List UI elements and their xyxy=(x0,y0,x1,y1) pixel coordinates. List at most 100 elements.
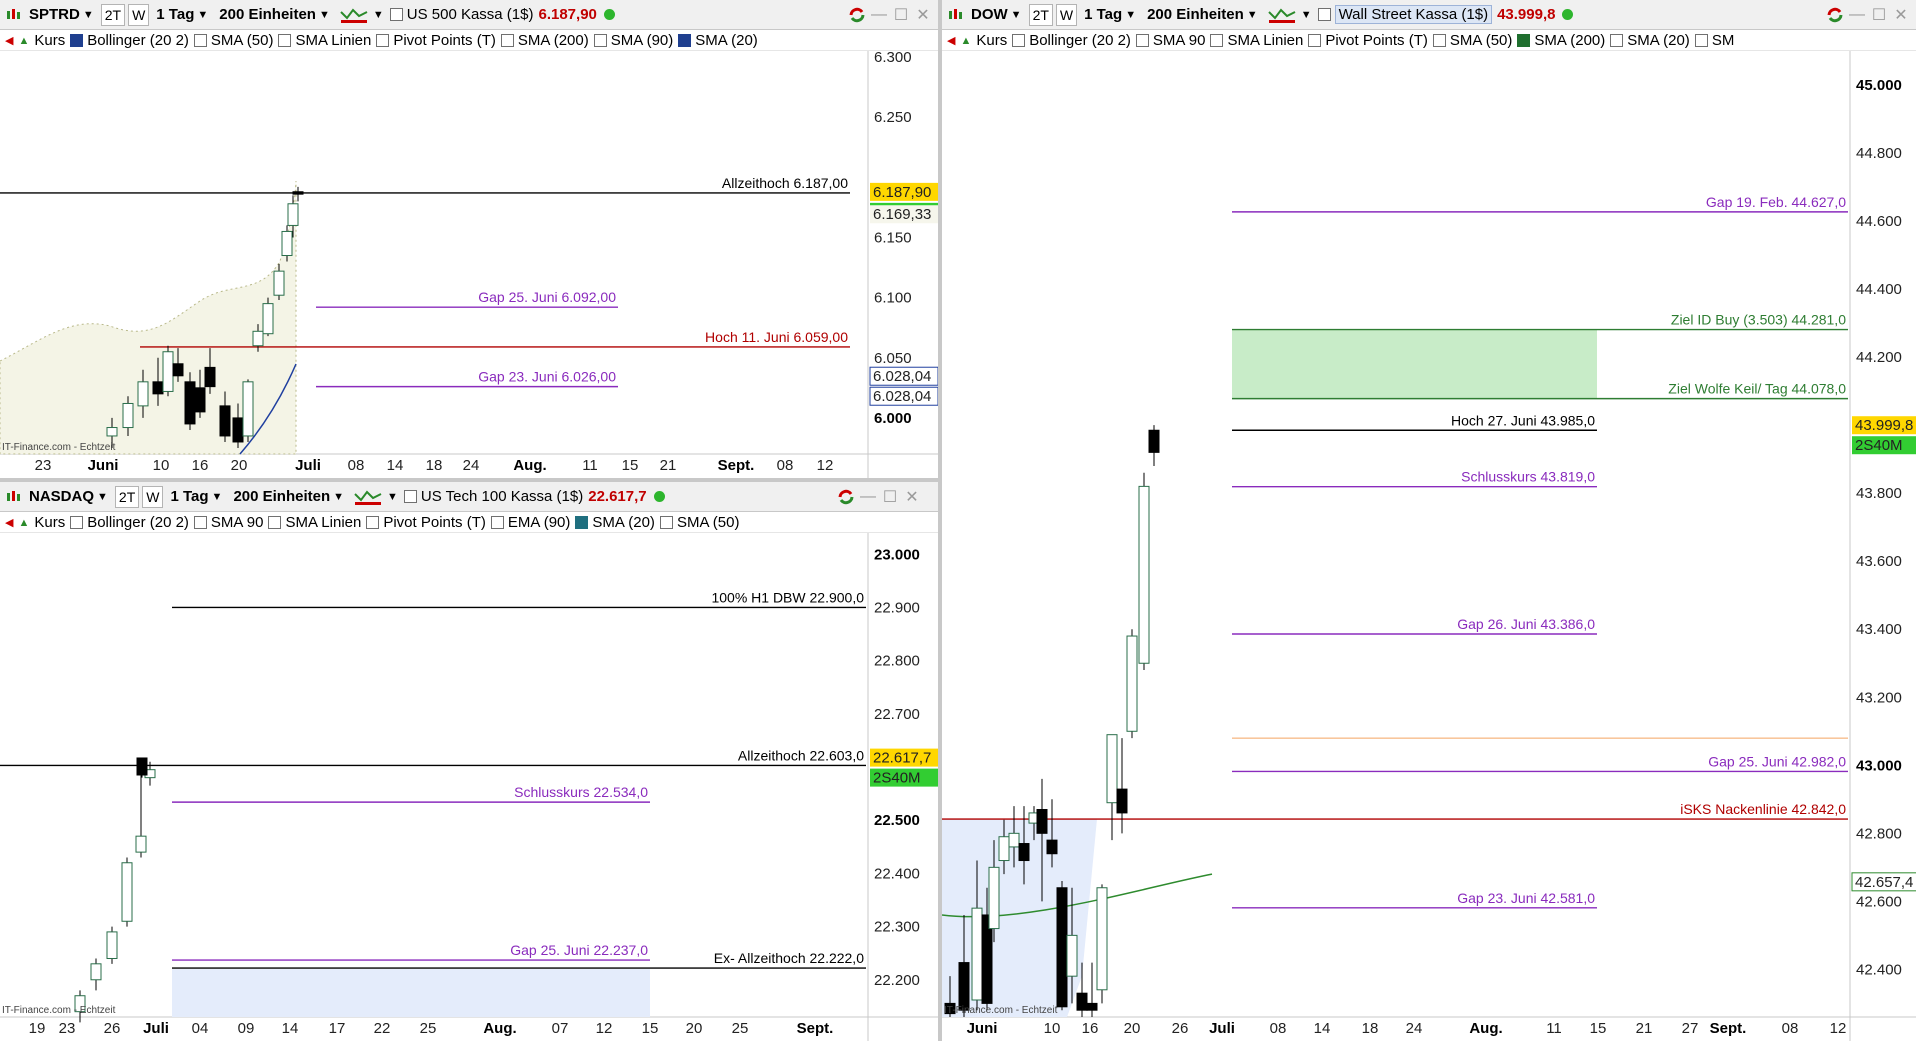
maximize-icon[interactable]: ☐ xyxy=(890,4,912,26)
indicator-chart-icon[interactable] xyxy=(338,6,370,24)
scroll-up-icon[interactable]: ▲ xyxy=(18,517,29,529)
indicator-bollinger[interactable]: Bollinger (20 2) xyxy=(70,32,189,49)
time-axis-label: 09 xyxy=(238,1020,255,1037)
units-dropdown[interactable]: 200 Einheiten ▼ xyxy=(1143,4,1262,26)
price-axis-label: 44.600 xyxy=(1856,213,1902,230)
period-dropdown[interactable]: 1 Tag ▼ xyxy=(152,4,212,26)
close-icon[interactable]: ✕ xyxy=(1890,4,1912,26)
refresh-icon[interactable] xyxy=(835,486,857,508)
indicator-sma-90[interactable]: SMA (90) xyxy=(593,32,673,49)
indicator-chart-icon[interactable] xyxy=(1266,6,1298,24)
period-dropdown[interactable]: 1 Tag ▼ xyxy=(166,486,226,508)
range-button-w[interactable]: W xyxy=(142,485,164,508)
scroll-left-icon[interactable]: ◀ xyxy=(5,34,13,47)
indicator-kurs[interactable]: Kurs xyxy=(976,32,1007,49)
scroll-up-icon[interactable]: ▲ xyxy=(18,35,29,47)
candle-down xyxy=(1116,788,1128,814)
instrument-checkbox[interactable] xyxy=(389,8,403,21)
candle-down xyxy=(1086,1002,1098,1011)
period-dropdown[interactable]: 1 Tag ▼ xyxy=(1080,4,1140,26)
indicator-ema-90[interactable]: EMA (90) xyxy=(490,514,570,531)
time-axis-label: 20 xyxy=(686,1020,703,1037)
indicator-sma-50[interactable]: SMA (50) xyxy=(1432,32,1512,49)
indicator-sma-50[interactable]: SMA (50) xyxy=(193,32,273,49)
time-axis-label: 21 xyxy=(660,457,677,474)
indicator-sma-linien[interactable]: SMA Linien xyxy=(268,514,361,531)
indicator-sma-200[interactable]: SMA (200) xyxy=(500,32,589,49)
time-axis-label: 27 xyxy=(1682,1020,1699,1037)
indicator-sma-90[interactable]: SMA 90 xyxy=(193,514,263,531)
time-axis-label: 12 xyxy=(1830,1020,1847,1037)
price-chart-nasdaq[interactable]: 100% H1 DBW 22.900,0 Allzeithoch 22.603,0… xyxy=(0,533,938,1041)
indicator-kurs[interactable]: Kurs xyxy=(34,514,65,531)
indicator-sma-200[interactable]: SMA (200) xyxy=(1517,32,1605,49)
price-axis-label: 44.400 xyxy=(1856,281,1902,298)
instrument-title[interactable]: US 500 Kassa (1$) 6.187,90 xyxy=(389,6,615,23)
indicator-pivot[interactable]: Pivot Points (T) xyxy=(376,32,496,49)
price-axis-label: 6.300 xyxy=(874,51,912,66)
candle-up xyxy=(988,866,1000,930)
range-button-2t[interactable]: 2T xyxy=(114,485,140,508)
level-label: Schlusskurs 43.819,0 xyxy=(1461,469,1595,485)
scroll-left-icon[interactable]: ◀ xyxy=(947,34,955,47)
chart-candle-icon[interactable] xyxy=(4,6,22,24)
axis-tag-label: 22.617,7 xyxy=(873,750,931,767)
symbol-dropdown[interactable]: DOW ▼ xyxy=(967,4,1026,26)
close-icon[interactable]: ✕ xyxy=(912,4,934,26)
indicator-menu-chevron-icon[interactable]: ▼ xyxy=(373,9,384,21)
scroll-left-icon[interactable]: ◀ xyxy=(5,516,13,529)
instrument-checkbox[interactable] xyxy=(403,490,417,503)
indicator-sma-linien[interactable]: SMA Linien xyxy=(278,32,371,49)
range-button-w[interactable]: W xyxy=(1055,3,1078,26)
indicator-sma-90[interactable]: SMA 90 xyxy=(1135,32,1205,49)
level-label: Gap 23. Juni 42.581,0 xyxy=(1457,890,1595,906)
indicator-kurs[interactable]: Kurs xyxy=(34,32,65,49)
panel-splitter-vertical[interactable] xyxy=(938,0,942,1041)
live-status-icon xyxy=(1562,9,1574,20)
indicator-sma-linien[interactable]: SMA Linien xyxy=(1210,32,1303,49)
time-axis-label: 23 xyxy=(35,457,52,474)
range-button-2t[interactable]: 2T xyxy=(1028,3,1053,26)
indicator-bollinger[interactable]: Bollinger (20 2) xyxy=(1012,32,1131,49)
units-dropdown[interactable]: 200 Einheiten ▼ xyxy=(215,4,334,26)
units-dropdown[interactable]: 200 Einheiten ▼ xyxy=(229,486,348,508)
indicator-chart-icon[interactable] xyxy=(352,488,384,506)
indicator-pivot[interactable]: Pivot Points (T) xyxy=(366,514,486,531)
price-chart-spx[interactable]: Allzeithoch 6.187,00 Gap 25. Juni 6.092,0… xyxy=(0,51,938,478)
live-status-icon xyxy=(653,491,665,502)
chart-candle-icon[interactable] xyxy=(4,488,22,506)
refresh-icon[interactable] xyxy=(846,4,868,26)
indicator-sma-50[interactable]: SMA (50) xyxy=(659,514,739,531)
instrument-title[interactable]: US Tech 100 Kassa (1$) 22.617,7 xyxy=(403,488,665,505)
price-axis-label: 43.200 xyxy=(1856,689,1902,706)
indicator-bar-nasdaq: ◀ ▲ Kurs Bollinger (20 2) SMA 90 SMA Lin… xyxy=(0,513,938,533)
minimize-icon[interactable]: — xyxy=(857,486,879,508)
refresh-icon[interactable] xyxy=(1824,4,1846,26)
panel-splitter-horizontal[interactable] xyxy=(0,478,938,482)
maximize-icon[interactable]: ☐ xyxy=(1868,4,1890,26)
indicator-menu-chevron-icon[interactable]: ▼ xyxy=(1301,9,1312,21)
instrument-title[interactable]: Wall Street Kassa (1$) 43.999,8 xyxy=(1317,5,1574,24)
time-axis-label: 24 xyxy=(1406,1020,1423,1037)
symbol-dropdown[interactable]: SPTRD ▼ xyxy=(25,4,98,26)
indicator-sma-20[interactable]: SMA (20) xyxy=(575,514,655,531)
indicator-bollinger[interactable]: Bollinger (20 2) xyxy=(70,514,189,531)
minimize-icon[interactable]: — xyxy=(1846,4,1868,26)
indicator-sm[interactable]: SM xyxy=(1694,32,1734,49)
range-button-2t[interactable]: 2T xyxy=(100,3,126,26)
scroll-up-icon[interactable]: ▲ xyxy=(960,35,971,47)
price-chart-dow[interactable]: Gap 19. Feb. 44.627,0 Ziel ID Buy (3.503)… xyxy=(942,51,1916,1041)
indicator-pivot[interactable]: Pivot Points (T) xyxy=(1308,32,1428,49)
range-button-w[interactable]: W xyxy=(128,3,150,26)
close-icon[interactable]: ✕ xyxy=(901,486,923,508)
instrument-checkbox[interactable] xyxy=(1317,8,1331,21)
maximize-icon[interactable]: ☐ xyxy=(879,486,901,508)
indicator-menu-chevron-icon[interactable]: ▼ xyxy=(387,491,398,503)
minimize-icon[interactable]: — xyxy=(868,4,890,26)
symbol-dropdown[interactable]: NASDAQ ▼ xyxy=(25,486,112,508)
time-axis-label: 23 xyxy=(59,1020,76,1037)
candle-down xyxy=(292,191,304,195)
indicator-sma-20[interactable]: SMA (20) xyxy=(1610,32,1690,49)
indicator-sma-20[interactable]: SMA (20) xyxy=(678,32,758,49)
chart-candle-icon[interactable] xyxy=(946,6,964,24)
